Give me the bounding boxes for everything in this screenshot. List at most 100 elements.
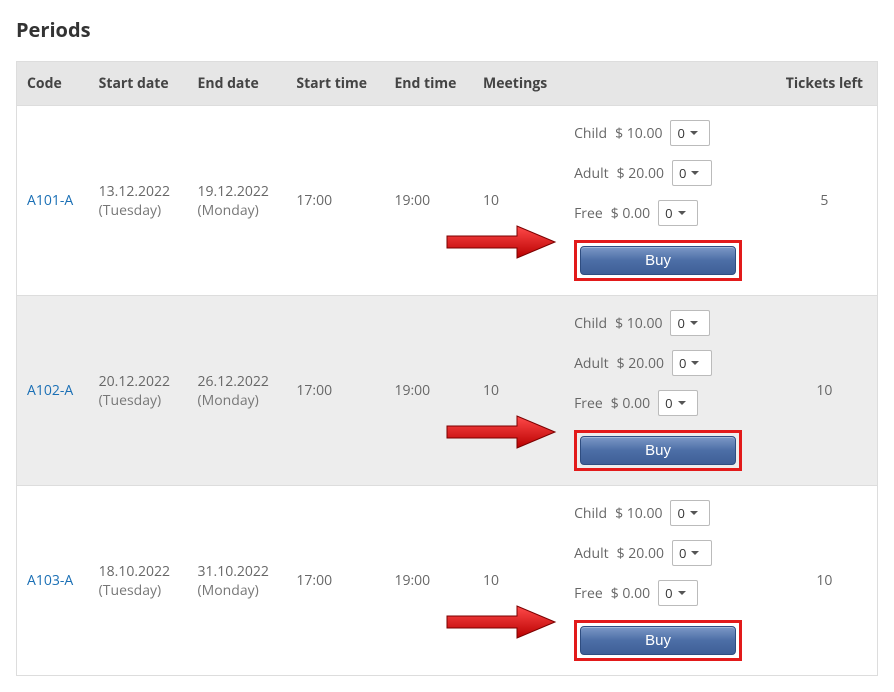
quantity-value: 0 (677, 544, 686, 562)
quantity-value: 0 (663, 394, 672, 412)
start-date: 13.12.2022 (99, 182, 178, 201)
col-start-time: Start time (286, 62, 384, 106)
price-amount: $ 10.00 (615, 504, 662, 523)
price-list: Child $ 10.00 0 Adult $ 20.00 0 Free $ 0… (574, 310, 758, 416)
end-day: (Monday) (198, 391, 277, 410)
chevron-down-icon (689, 128, 699, 138)
quantity-value: 0 (675, 124, 684, 142)
price-amount: $ 0.00 (611, 584, 650, 603)
start-time: 17:00 (286, 296, 384, 486)
price-label: Adult (574, 164, 609, 183)
price-amount: $ 10.00 (615, 314, 662, 333)
price-list: Child $ 10.00 0 Adult $ 20.00 0 Free $ 0… (574, 500, 758, 606)
table-row: A103-A 18.10.2022 (Tuesday) 31.10.2022 (… (17, 486, 878, 676)
col-end-time: End time (384, 62, 473, 106)
chevron-down-icon (690, 168, 700, 178)
end-date: 19.12.2022 (198, 182, 277, 201)
end-day: (Monday) (198, 581, 277, 600)
quantity-select[interactable]: 0 (670, 310, 710, 336)
price-label: Adult (574, 354, 609, 373)
chevron-down-icon (677, 398, 687, 408)
tickets-left: 10 (772, 296, 878, 486)
chevron-down-icon (677, 208, 687, 218)
tickets-left: 10 (772, 486, 878, 676)
table-header-row: Code Start date End date Start time End … (17, 62, 878, 106)
price-label: Free (574, 394, 603, 413)
start-date: 20.12.2022 (99, 372, 178, 391)
buy-highlight: Buy (574, 430, 742, 471)
periods-table: Code Start date End date Start time End … (16, 61, 878, 676)
col-buy (564, 62, 772, 106)
price-row: Free $ 0.00 0 (574, 390, 758, 416)
table-row: A101-A 13.12.2022 (Tuesday) 19.12.2022 (… (17, 106, 878, 296)
quantity-select[interactable]: 0 (672, 540, 712, 566)
buy-button[interactable]: Buy (580, 436, 736, 465)
end-day: (Monday) (198, 201, 277, 220)
start-day: (Tuesday) (99, 391, 178, 410)
meetings: 10 (473, 486, 564, 676)
start-day: (Tuesday) (99, 201, 178, 220)
price-row: Child $ 10.00 0 (574, 120, 758, 146)
quantity-value: 0 (677, 354, 686, 372)
price-amount: $ 0.00 (611, 394, 650, 413)
quantity-select[interactable]: 0 (670, 120, 710, 146)
end-time: 19:00 (384, 296, 473, 486)
chevron-down-icon (690, 358, 700, 368)
price-list: Child $ 10.00 0 Adult $ 20.00 0 Free $ 0… (574, 120, 758, 226)
tickets-left: 5 (772, 106, 878, 296)
table-row: A102-A 20.12.2022 (Tuesday) 26.12.2022 (… (17, 296, 878, 486)
price-label: Child (574, 124, 607, 143)
price-row: Child $ 10.00 0 (574, 500, 758, 526)
col-code: Code (17, 62, 89, 106)
start-date: 18.10.2022 (99, 562, 178, 581)
buy-button[interactable]: Buy (580, 626, 736, 655)
price-amount: $ 20.00 (617, 164, 664, 183)
price-amount: $ 0.00 (611, 204, 650, 223)
chevron-down-icon (689, 508, 699, 518)
col-end-date: End date (188, 62, 287, 106)
col-start-date: Start date (89, 62, 188, 106)
price-row: Child $ 10.00 0 (574, 310, 758, 336)
meetings: 10 (473, 296, 564, 486)
price-amount: $ 20.00 (617, 354, 664, 373)
price-label: Free (574, 584, 603, 603)
quantity-value: 0 (675, 504, 684, 522)
quantity-value: 0 (675, 314, 684, 332)
quantity-select[interactable]: 0 (658, 580, 698, 606)
buy-highlight: Buy (574, 240, 742, 281)
chevron-down-icon (689, 318, 699, 328)
buy-highlight: Buy (574, 620, 742, 661)
price-row: Free $ 0.00 0 (574, 580, 758, 606)
end-time: 19:00 (384, 486, 473, 676)
quantity-value: 0 (677, 164, 686, 182)
chevron-down-icon (677, 588, 687, 598)
price-label: Child (574, 314, 607, 333)
quantity-select[interactable]: 0 (658, 390, 698, 416)
buy-button[interactable]: Buy (580, 246, 736, 275)
quantity-select[interactable]: 0 (670, 500, 710, 526)
page-title: Periods (16, 16, 878, 43)
quantity-select[interactable]: 0 (672, 350, 712, 376)
chevron-down-icon (690, 548, 700, 558)
quantity-select[interactable]: 0 (672, 160, 712, 186)
col-meetings: Meetings (473, 62, 564, 106)
price-label: Child (574, 504, 607, 523)
start-day: (Tuesday) (99, 581, 178, 600)
quantity-select[interactable]: 0 (658, 200, 698, 226)
price-label: Free (574, 204, 603, 223)
code-link[interactable]: A102-A (27, 381, 73, 400)
price-row: Free $ 0.00 0 (574, 200, 758, 226)
col-tickets-left: Tickets left (772, 62, 878, 106)
price-row: Adult $ 20.00 0 (574, 160, 758, 186)
quantity-value: 0 (663, 584, 672, 602)
end-date: 26.12.2022 (198, 372, 277, 391)
code-link[interactable]: A101-A (27, 191, 73, 210)
end-time: 19:00 (384, 106, 473, 296)
quantity-value: 0 (663, 204, 672, 222)
price-amount: $ 20.00 (617, 544, 664, 563)
start-time: 17:00 (286, 486, 384, 676)
end-date: 31.10.2022 (198, 562, 277, 581)
price-amount: $ 10.00 (615, 124, 662, 143)
code-link[interactable]: A103-A (27, 571, 73, 590)
meetings: 10 (473, 106, 564, 296)
